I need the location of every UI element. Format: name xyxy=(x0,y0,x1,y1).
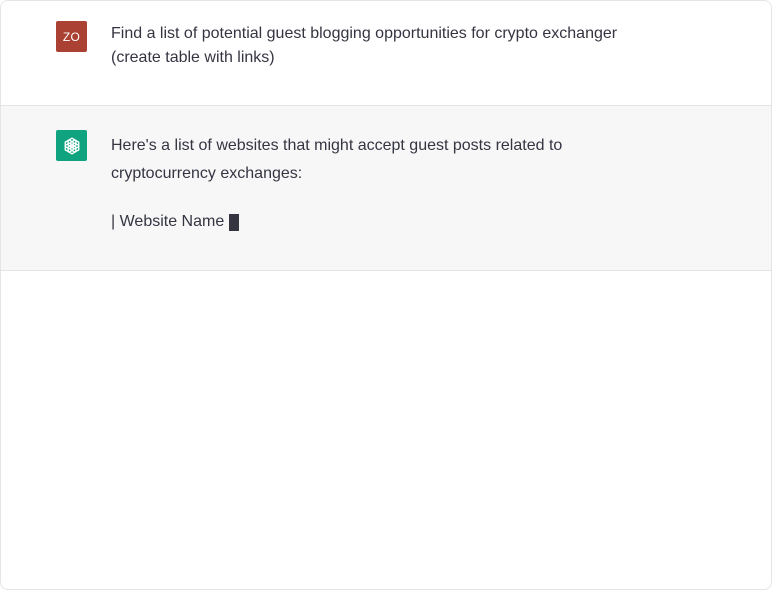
assistant-intro-paragraph: Here's a list of websites that might acc… xyxy=(111,137,563,182)
table-header-fragment: | Website Name xyxy=(111,213,225,230)
user-message-row: ZO Find a list of potential guest bloggi… xyxy=(1,1,771,106)
chat-window: ZO Find a list of potential guest bloggi… xyxy=(0,0,772,590)
assistant-message-text: Here's a list of websites that might acc… xyxy=(111,132,631,236)
user-avatar-initials: ZO xyxy=(62,29,81,44)
user-avatar: ZO xyxy=(56,21,87,52)
streaming-cursor xyxy=(229,213,240,231)
assistant-message-row: Here's a list of websites that might acc… xyxy=(1,106,771,271)
assistant-partial-line: | Website Name xyxy=(111,208,631,236)
user-message-text: Find a list of potential guest blogging … xyxy=(111,25,618,66)
assistant-avatar xyxy=(56,130,87,161)
openai-logo-icon xyxy=(64,137,79,154)
